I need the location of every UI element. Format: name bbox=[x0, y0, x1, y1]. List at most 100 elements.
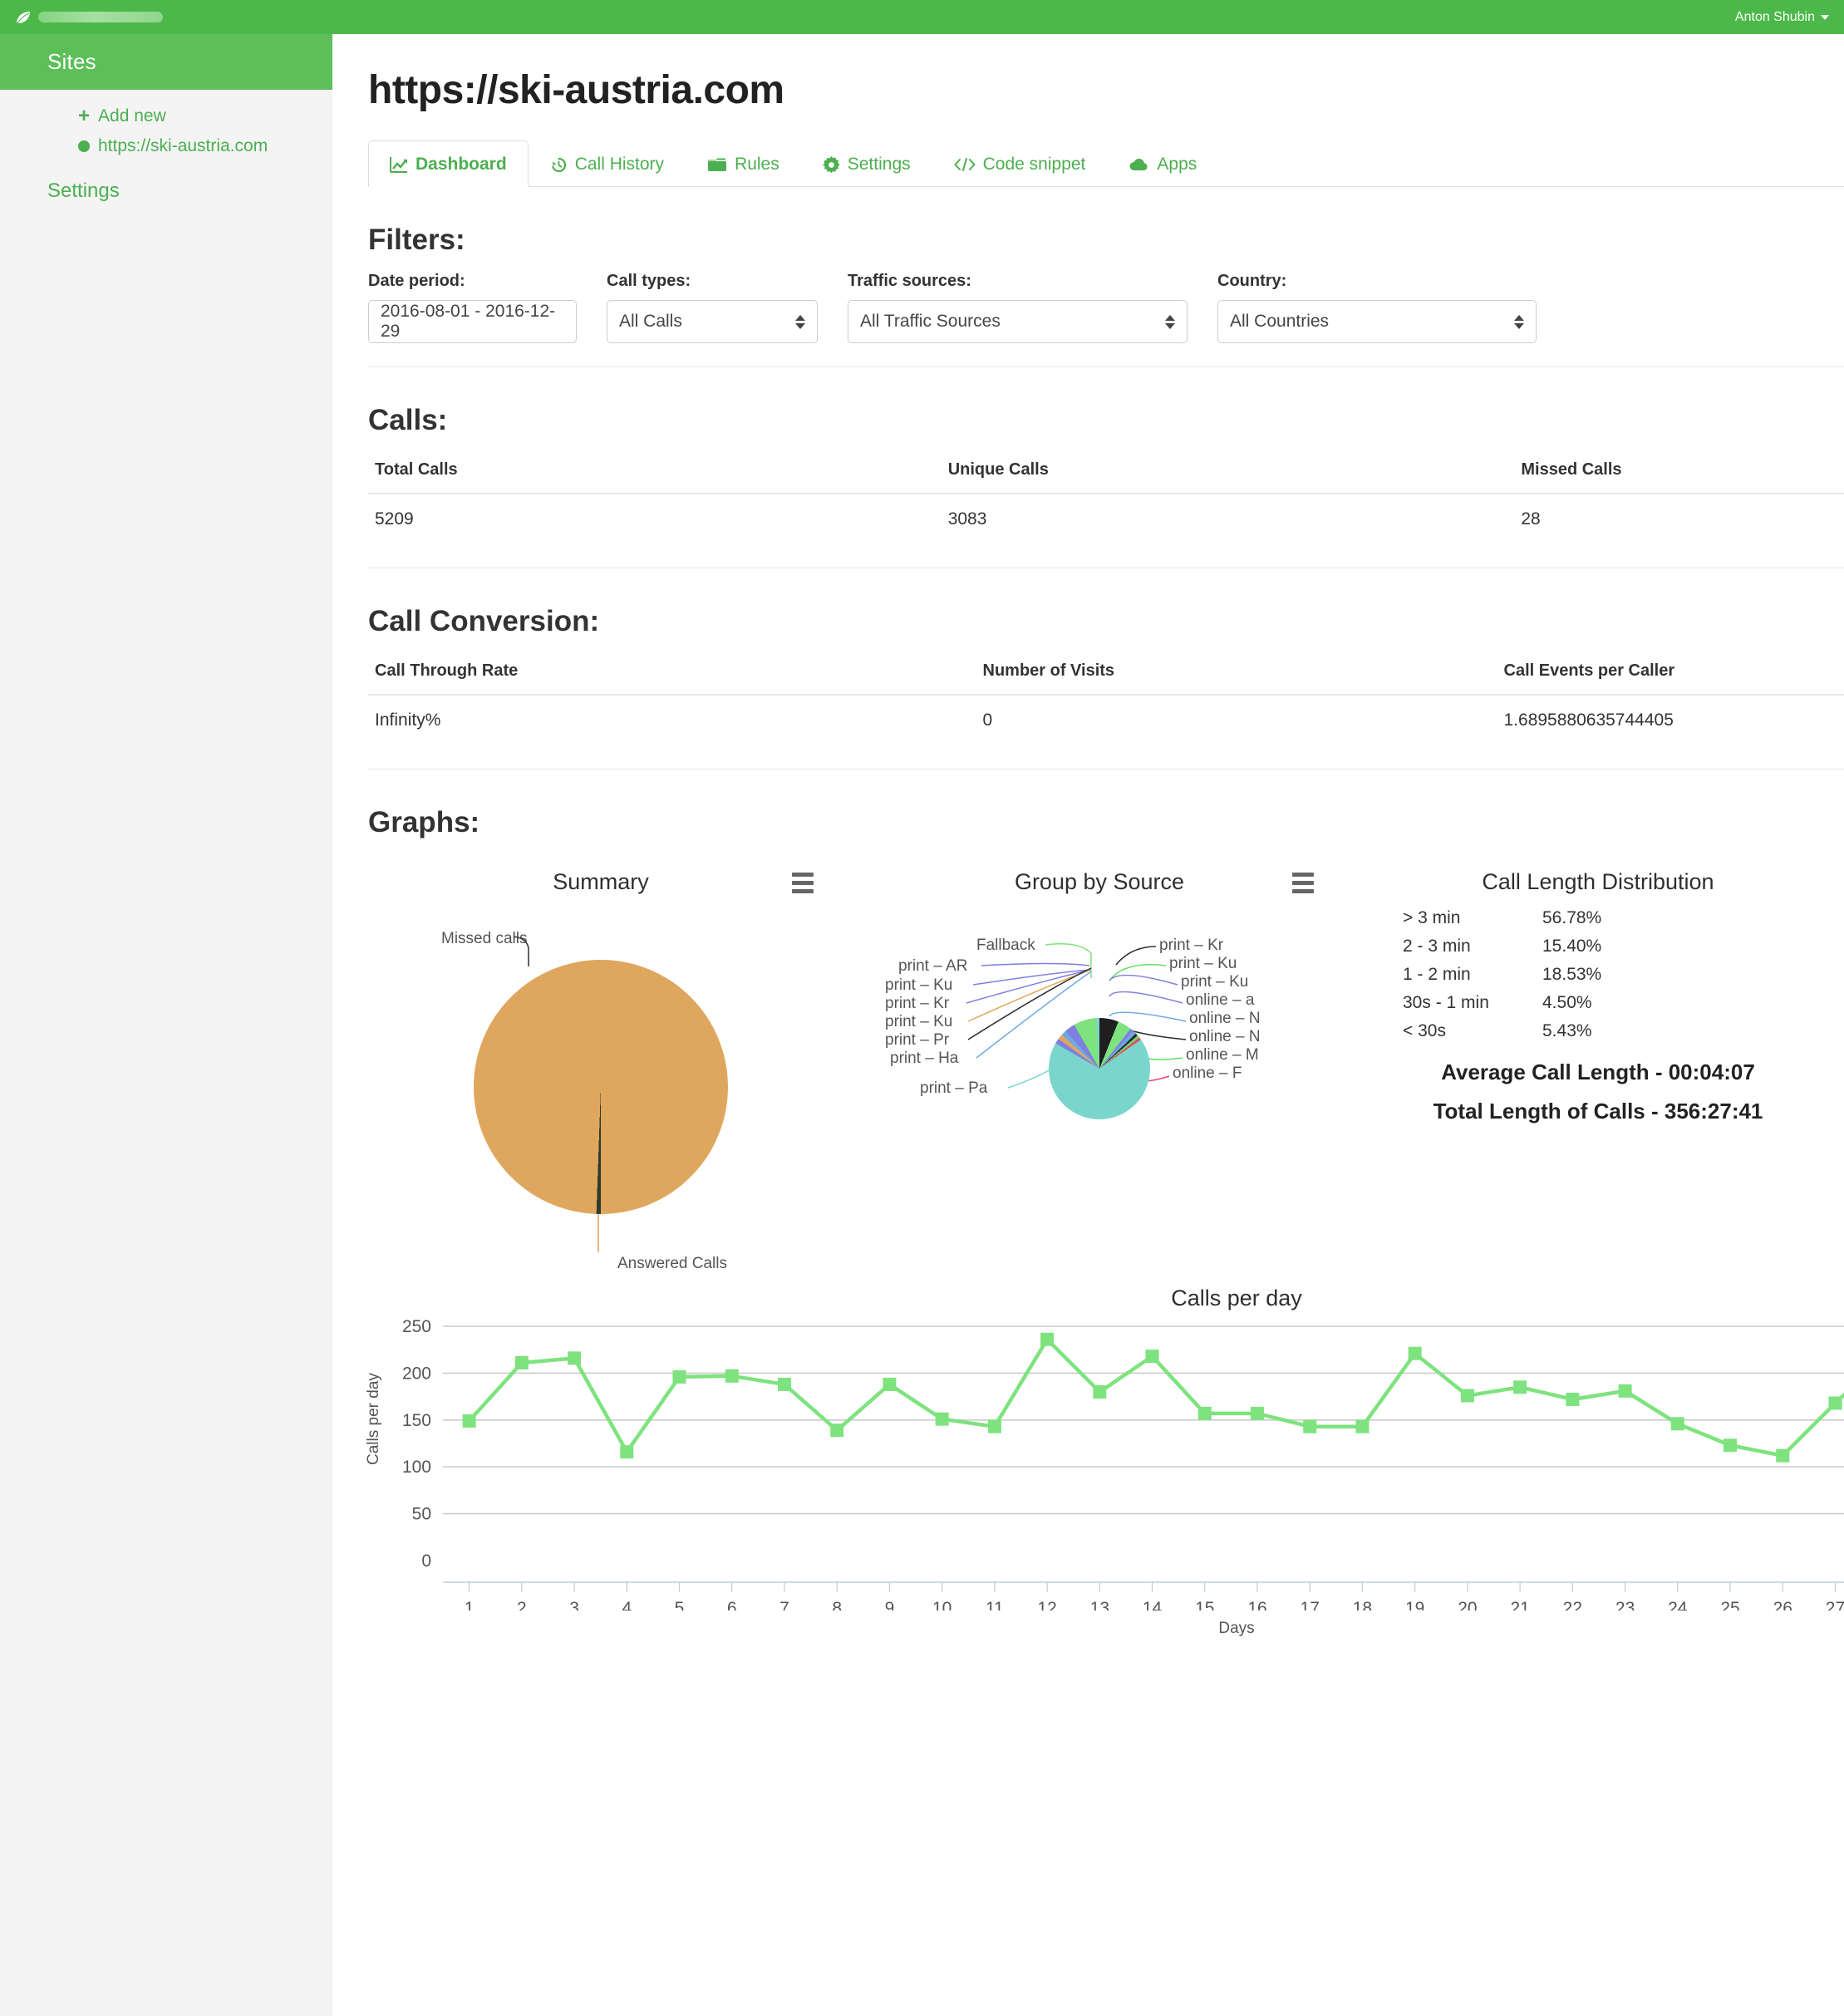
range-label: 2 - 3 min bbox=[1403, 937, 1542, 956]
source-label: Fallback bbox=[976, 937, 1035, 955]
tab-call-history[interactable]: Call History bbox=[529, 140, 686, 187]
column-header: Missed Calls bbox=[1514, 452, 1844, 494]
brand-logo[interactable] bbox=[15, 10, 163, 25]
tab-dashboard[interactable]: Dashboard bbox=[368, 140, 529, 187]
svg-text:3: 3 bbox=[569, 1599, 579, 1610]
table-header-row: Call Through Rate Number of Visits Call … bbox=[368, 653, 1844, 695]
tab-label: Call History bbox=[575, 155, 664, 175]
svg-text:8: 8 bbox=[832, 1599, 842, 1610]
svg-text:0: 0 bbox=[421, 1551, 431, 1571]
tab-settings[interactable]: Settings bbox=[801, 140, 932, 187]
history-icon bbox=[550, 156, 568, 174]
select-arrows-icon bbox=[1165, 315, 1175, 329]
filters-section-title: Filters: bbox=[368, 224, 1844, 257]
sidebar-item-label: Add new bbox=[98, 106, 166, 126]
number-of-visits-value: 0 bbox=[976, 695, 1497, 745]
summary-label-answered: Answered Calls bbox=[617, 1255, 727, 1273]
sidebar-header-sites: Sites bbox=[0, 34, 332, 90]
range-label: < 30s bbox=[1403, 1021, 1542, 1041]
call-length-distribution: Call Length Distribution > 3 min 56.78% … bbox=[1365, 854, 1831, 1252]
tab-label: Rules bbox=[735, 155, 779, 175]
source-label: print – Ku bbox=[885, 1013, 952, 1031]
range-label: > 3 min bbox=[1403, 908, 1542, 928]
cloud-icon bbox=[1129, 158, 1149, 172]
calls-table: Total Calls Unique Calls Missed Calls 52… bbox=[368, 452, 1844, 544]
tab-label: Dashboard bbox=[416, 155, 507, 175]
select-arrows-icon bbox=[795, 315, 805, 329]
table-row: 5209 3083 28 bbox=[368, 494, 1844, 544]
folder-icon bbox=[707, 156, 727, 173]
country-select[interactable]: All Countries bbox=[1217, 300, 1537, 343]
filter-label: Country: bbox=[1217, 272, 1537, 291]
sidebar-item-settings[interactable]: Settings bbox=[0, 161, 332, 203]
range-percent: 5.43% bbox=[1542, 1021, 1592, 1041]
total-calls-value: 5209 bbox=[368, 494, 942, 544]
list-item: 2 - 3 min 15.40% bbox=[1403, 937, 1831, 956]
calls-per-day-chart: Calls per day Calls per day 050100150200… bbox=[368, 1286, 1844, 1635]
date-period-input[interactable]: 2016-08-01 - 2016-12-29 bbox=[368, 300, 577, 343]
svg-text:26: 26 bbox=[1773, 1599, 1792, 1610]
source-label: online – N bbox=[1189, 1010, 1261, 1028]
source-label: online – N bbox=[1189, 1028, 1261, 1046]
call-types-value: All Calls bbox=[619, 312, 682, 332]
svg-text:15: 15 bbox=[1195, 1599, 1214, 1610]
chevron-down-icon bbox=[1821, 15, 1829, 20]
range-percent: 56.78% bbox=[1542, 908, 1601, 928]
filter-label: Traffic sources: bbox=[848, 272, 1188, 291]
source-label: print – Pa bbox=[920, 1079, 987, 1098]
group-by-source-chart: Group by Source bbox=[833, 854, 1365, 1252]
main-content: https://ski-austria.com Dashboard bbox=[332, 34, 1844, 2016]
calls-per-day-title: Calls per day bbox=[368, 1286, 1844, 1311]
missed-calls-value: 28 bbox=[1514, 494, 1844, 544]
svg-text:27: 27 bbox=[1826, 1599, 1844, 1610]
column-header: Call Events per Caller bbox=[1497, 653, 1844, 695]
svg-text:24: 24 bbox=[1668, 1599, 1688, 1610]
traffic-sources-select[interactable]: All Traffic Sources bbox=[848, 300, 1188, 343]
calls-per-day-plot: Calls per day 05010015020025012345678910… bbox=[368, 1311, 1844, 1638]
graphs-section-title: Graphs: bbox=[368, 806, 1844, 839]
sidebar-item-add-new[interactable]: + Add new bbox=[0, 101, 332, 131]
tab-rules[interactable]: Rules bbox=[686, 140, 801, 187]
y-axis-label: Calls per day bbox=[365, 1373, 383, 1465]
call-types-select[interactable]: All Calls bbox=[607, 300, 818, 343]
svg-text:5: 5 bbox=[675, 1599, 685, 1610]
svg-text:11: 11 bbox=[986, 1599, 1004, 1610]
user-name-label: Anton Shubin bbox=[1735, 10, 1815, 25]
svg-text:200: 200 bbox=[402, 1364, 431, 1383]
svg-text:17: 17 bbox=[1301, 1599, 1320, 1610]
source-label: print – Ku bbox=[885, 976, 952, 995]
svg-text:2: 2 bbox=[517, 1599, 527, 1610]
table-row: Infinity% 0 1.6895880635744405 bbox=[368, 695, 1844, 745]
svg-text:18: 18 bbox=[1353, 1599, 1372, 1610]
source-label: online – F bbox=[1173, 1065, 1242, 1083]
sidebar-item-ski-austria[interactable]: https://ski-austria.com bbox=[0, 131, 332, 161]
source-label: print – Pr bbox=[885, 1031, 949, 1050]
code-icon bbox=[954, 157, 976, 172]
svg-text:20: 20 bbox=[1458, 1599, 1477, 1610]
tab-code-snippet[interactable]: Code snippet bbox=[932, 140, 1108, 187]
group-by-source-menu-button[interactable] bbox=[1292, 873, 1314, 893]
filter-country: Country: All Countries bbox=[1217, 272, 1566, 343]
source-label: print – Kr bbox=[885, 995, 949, 1013]
traffic-sources-value: All Traffic Sources bbox=[860, 312, 1001, 332]
source-label: online – M bbox=[1186, 1046, 1259, 1065]
divider bbox=[368, 366, 1844, 367]
source-pie-area: Fallback print – AR print – Ku print – K… bbox=[833, 895, 1365, 1252]
source-label: online – a bbox=[1186, 991, 1254, 1010]
call-events-per-caller-value: 1.6895880635744405 bbox=[1497, 695, 1844, 745]
tab-bar: Dashboard Call History Rules Settings bbox=[368, 140, 1844, 187]
tab-label: Code snippet bbox=[983, 155, 1086, 175]
filter-date-period: Date period: 2016-08-01 - 2016-12-29 bbox=[368, 272, 607, 343]
range-label: 30s - 1 min bbox=[1403, 993, 1542, 1013]
leaf-logo-icon bbox=[15, 10, 32, 25]
column-header: Call Through Rate bbox=[368, 653, 976, 695]
source-pie bbox=[1049, 1018, 1150, 1119]
call-through-rate-value: Infinity% bbox=[368, 695, 976, 745]
summary-chart-menu-button[interactable] bbox=[792, 873, 814, 893]
user-menu[interactable]: Anton Shubin bbox=[1735, 10, 1829, 25]
tab-apps[interactable]: Apps bbox=[1107, 140, 1218, 187]
svg-text:6: 6 bbox=[727, 1599, 737, 1610]
list-item: 30s - 1 min 4.50% bbox=[1403, 993, 1831, 1013]
source-label: print – AR bbox=[898, 957, 967, 976]
list-item: < 30s 5.43% bbox=[1403, 1021, 1831, 1041]
